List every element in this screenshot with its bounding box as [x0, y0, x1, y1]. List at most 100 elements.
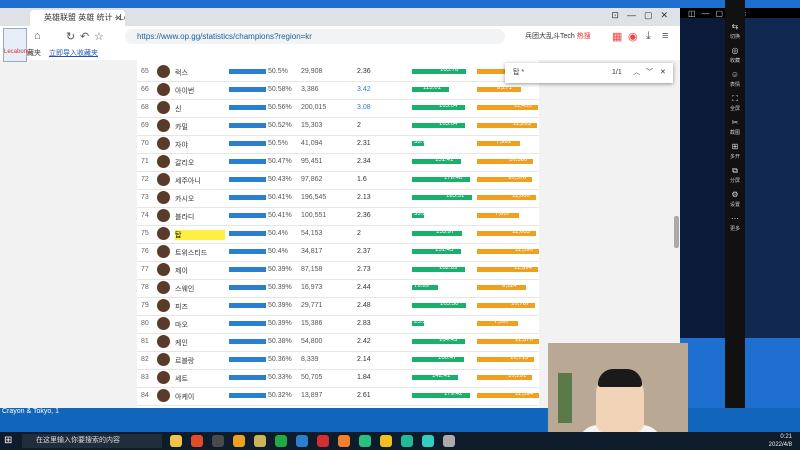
win-rate-bar — [229, 141, 266, 146]
champion-stats-table: 65 럭스 50.5% 29,908 2.36 165.78 11,063 66 아이번 50.5… — [137, 60, 539, 408]
table-row[interactable]: 73 카시오 50.41% 196,545 2.13 185.31 11,060 — [137, 189, 539, 208]
table-row[interactable]: 74 블라디 50.41% 100,551 2.36 33.85 7,867 — [137, 207, 539, 226]
champion-avatar — [157, 353, 170, 366]
taskbar-app-icon[interactable] — [212, 435, 224, 447]
champion-avatar — [157, 83, 170, 96]
kda-value: 2.37 — [357, 248, 371, 255]
table-row[interactable]: 69 카밀 50.52% 15,303 2 165.04 11,263 — [137, 117, 539, 136]
games-played: 29,771 — [301, 302, 323, 309]
champion-name[interactable]: 신 — [175, 104, 225, 114]
champion-name[interactable]: 카밀 — [175, 122, 225, 132]
panel-4-icon[interactable]: ⛶ — [727, 94, 743, 104]
panel-7-icon[interactable]: ⧉ — [727, 166, 743, 176]
champion-name[interactable]: 아케이 — [175, 392, 225, 402]
rank-number: 80 — [141, 320, 149, 327]
champion-name[interactable]: 블라디 — [175, 212, 225, 222]
browser-search-box[interactable]: 兵团大乱斗Tech 热搜 — [525, 29, 605, 44]
taskbar-app-icon[interactable] — [170, 435, 182, 447]
table-row[interactable]: 65럭스50.5%29,9082.36165.7811,063 — [137, 63, 539, 82]
taskbar-search[interactable]: 在这里输入你要搜索的内容 — [22, 434, 162, 448]
champion-name[interactable]: 피즈 — [175, 302, 225, 312]
system-clock[interactable]: 0:21 2022/4/8 — [769, 433, 792, 449]
champion-avatar — [157, 65, 170, 78]
champion-name[interactable]: 마오 — [175, 320, 225, 330]
table-row[interactable]: 80 마오 50.39% 15,386 2.83 25.38 7,587 — [137, 315, 539, 334]
menu-icon[interactable]: ≡ — [662, 30, 668, 42]
table-row[interactable]: 76 트위스티드 50.4% 34,817 2.37 151.45 11,590 — [137, 243, 539, 262]
champion-name[interactable]: 자야 — [175, 140, 225, 150]
panel-8-icon[interactable]: ⚙ — [727, 190, 743, 199]
table-row[interactable]: 77 제이 50.39% 87,158 2.73 162.69 11,394 — [137, 261, 539, 280]
table-row[interactable]: 78 스웨인 50.39% 16,973 2.44 79.89 9,114 — [137, 279, 539, 298]
table-row[interactable]: 71 갈리오 50.47% 95,451 2.34 151.41 10,380 — [137, 153, 539, 172]
champion-name[interactable]: 르블랑 — [175, 356, 225, 366]
home-icon[interactable]: ⌂ — [34, 30, 41, 42]
table-row[interactable]: 79 피즈 50.39% 29,771 2.48 165.36 10,767 — [137, 297, 539, 316]
cs-text: 165.78 — [440, 67, 459, 73]
windows-start-icon[interactable]: ⊞ — [4, 435, 12, 446]
champion-name[interactable]: 트위스티드 — [175, 248, 225, 258]
panel-5-icon[interactable]: ✂ — [727, 118, 743, 127]
taskbar-app-icon[interactable] — [380, 435, 392, 447]
gold-text: 11,060 — [512, 193, 530, 199]
gold-text: 10,713 — [510, 355, 529, 361]
champion-name[interactable]: 럭스 — [175, 68, 225, 78]
table-row[interactable]: 83 세트 50.33% 50,705 1.84 142.41 10,291 — [137, 369, 539, 388]
taskbar-app-icon[interactable] — [359, 435, 371, 447]
table-row[interactable]: 68 신 50.56% 200,015 3.08 165.04 11,435 — [137, 99, 539, 118]
scrollbar-thumb[interactable] — [674, 216, 679, 248]
taskbar-app-icon[interactable] — [443, 435, 455, 447]
close-tab-icon[interactable]: ✕ — [114, 10, 122, 26]
table-row[interactable]: 75 탑 50.4% 54,153 2 153.97 11,063 — [137, 225, 539, 244]
panel-3-icon[interactable]: ☺ — [727, 70, 743, 79]
champion-name[interactable]: 세트 — [175, 374, 225, 384]
browser-tab[interactable]: 英雄联盟 英雄 统计 - League ✕ — [30, 10, 125, 26]
table-row[interactable]: 72 세주아니 50.43% 97,862 1.6 178.48 10,370 — [137, 171, 539, 190]
taskbar-app-icon[interactable] — [401, 435, 413, 447]
panel-6-icon[interactable]: ⊞ — [727, 142, 743, 151]
import-bookmarks-link[interactable]: 立即导入收藏夹 — [49, 50, 98, 57]
cs-text: 178.48 — [444, 175, 463, 181]
table-row[interactable]: 66 아이번 50.58% 3,386 3.42 113.01 8,271 — [137, 81, 539, 100]
url-input[interactable]: https://www.op.gg/statistics/champions?r… — [125, 29, 505, 44]
game-icon[interactable]: ◉ — [628, 30, 638, 43]
taskbar-app-icon[interactable] — [191, 435, 203, 447]
champion-name[interactable]: 케인 — [175, 338, 225, 348]
champion-name[interactable]: 제이 — [175, 266, 225, 276]
taskbar-app-icon[interactable] — [296, 435, 308, 447]
undo-icon[interactable]: ↶ — [80, 30, 89, 43]
champion-name[interactable]: 스웨인 — [175, 284, 225, 294]
table-row[interactable]: 81 케인 50.38% 54,800 2.42 164.43 11,570 — [137, 333, 539, 352]
rank-number: 74 — [141, 212, 149, 219]
panel-1-icon[interactable]: ⇆ — [727, 22, 743, 31]
table-row[interactable]: 82 르블랑 50.36% 8,339 2.14 160.47 10,713 — [137, 351, 539, 370]
find-prev-icon[interactable]: ︿ — [633, 63, 640, 83]
cs-text: 113.01 — [423, 85, 441, 91]
download-icon[interactable]: ⤓ — [646, 30, 651, 43]
cs-text: 153.97 — [436, 229, 455, 235]
panel-2-icon[interactable]: ◎ — [727, 46, 743, 55]
taskbar-app-icon[interactable] — [275, 435, 287, 447]
taskbar-app-icon[interactable] — [317, 435, 329, 447]
panel-9-icon[interactable]: ⋯ — [727, 214, 743, 223]
champion-name[interactable]: 세주아니 — [175, 176, 225, 186]
refresh-icon[interactable]: ↻ — [66, 30, 75, 43]
kda-value: 3.42 — [357, 86, 371, 93]
extension-icon[interactable]: ▦ — [612, 30, 622, 43]
taskbar-app-icon[interactable] — [422, 435, 434, 447]
window-controls[interactable]: ⊡—▢✕ — [611, 10, 676, 21]
taskbar-app-icon[interactable] — [233, 435, 245, 447]
taskbar-app-icon[interactable] — [338, 435, 350, 447]
champion-name[interactable]: 아이번 — [175, 86, 225, 96]
champion-name[interactable]: 카시오 — [175, 194, 225, 204]
find-close-icon[interactable]: ✕ — [660, 63, 666, 83]
table-row[interactable]: 70 자야 50.5% 41,094 2.31 33.73 7,981 — [137, 135, 539, 154]
champion-name[interactable]: 갈리오 — [175, 158, 225, 168]
cs-text: 25.38 — [414, 319, 430, 325]
champion-name[interactable]: 탑 — [175, 230, 225, 240]
bookmark-star-icon[interactable]: ☆ — [94, 30, 104, 43]
taskbar-app-icon[interactable] — [254, 435, 266, 447]
find-next-icon[interactable]: ﹀ — [646, 63, 653, 83]
find-input[interactable]: 탑 * — [513, 69, 524, 76]
table-row[interactable]: 84 아케이 50.32% 13,897 2.61 179.42 11,594 — [137, 387, 539, 406]
